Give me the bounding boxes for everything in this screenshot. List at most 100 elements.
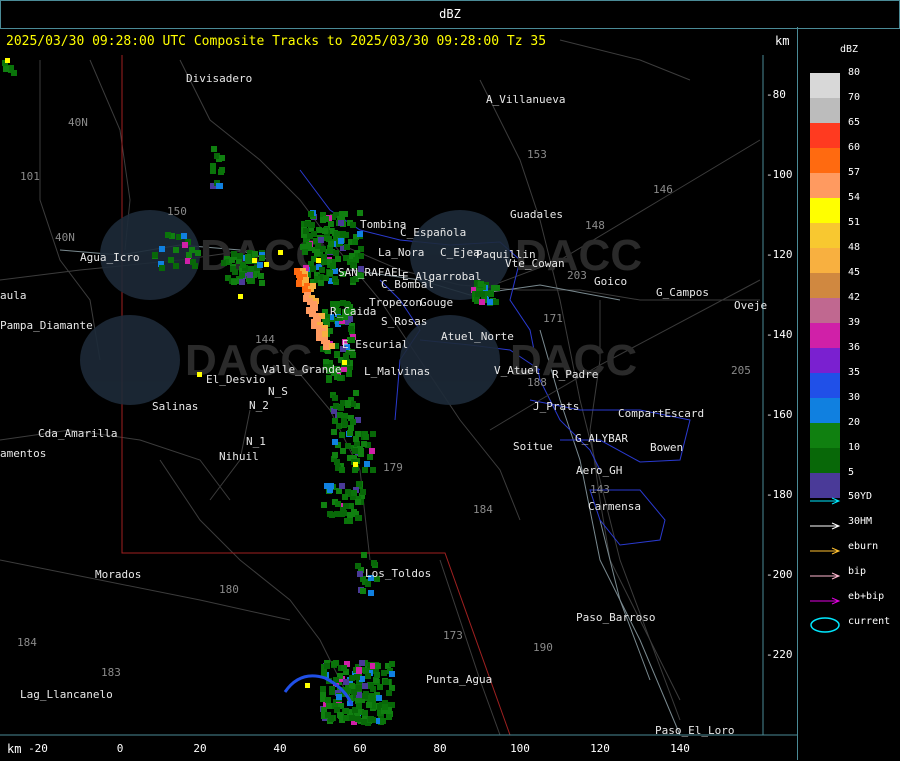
place-label: L_Malvinas <box>364 365 431 378</box>
legend-swatch <box>810 123 840 148</box>
legend-swatch <box>810 423 840 448</box>
x-tick-label: 0 <box>116 742 124 755</box>
legend-swatch <box>810 373 840 398</box>
place-label: amentos <box>0 447 47 460</box>
track-arrow-icon <box>810 592 841 605</box>
place-label: G_ALYBAR <box>575 432 628 445</box>
place-label: Bowen <box>650 441 684 454</box>
legend-level-label: 57 <box>848 167 861 178</box>
window-title: dBZ <box>439 7 461 21</box>
legend-level-label: 48 <box>848 242 861 253</box>
track-legend-label: 50YD <box>848 491 873 502</box>
place-label: Valle_Grande <box>262 363 342 376</box>
track-headline: 2025/03/30 09:28:00 UTC Composite Tracks… <box>6 34 547 49</box>
route-number: 180 <box>219 583 239 596</box>
place-label: Guadales <box>510 208 563 221</box>
legend-swatch <box>810 223 840 248</box>
y-tick-label: -180 <box>766 488 793 501</box>
place-label: Nihuil <box>219 450 259 463</box>
x-tick-label: 60 <box>353 742 367 755</box>
place-label: Los_Toldos <box>365 567 432 580</box>
track-legend-label: 30HM <box>848 516 873 527</box>
x-tick-label: 120 <box>590 742 610 755</box>
legend-level-label: 51 <box>848 217 861 228</box>
legend-level-label: 36 <box>848 342 861 353</box>
track-legend-label: current <box>848 616 891 627</box>
route-number: 143 <box>590 483 610 496</box>
route-number: 153 <box>527 148 547 161</box>
x-tick-label: 40 <box>273 742 287 755</box>
place-label: C_Española <box>400 226 467 239</box>
route-number: 148 <box>585 219 605 232</box>
route-number: 101 <box>20 170 40 183</box>
route-number: 190 <box>533 641 553 654</box>
place-label: N_1 <box>246 435 266 448</box>
legend-level-label: 45 <box>848 267 861 278</box>
place-label: Punta_Agua <box>426 673 493 686</box>
place-label: R_Padre <box>552 368 599 381</box>
current-track-ellipse-icon <box>810 617 840 633</box>
place-label: Divisadero <box>186 72 253 85</box>
track-arrow-icon <box>810 567 841 580</box>
legend-level-label: 5 <box>848 467 855 478</box>
legend-swatch <box>810 273 840 298</box>
route-number: 144 <box>255 333 275 346</box>
legend-level-label: 54 <box>848 192 861 203</box>
place-label: G_Campos <box>656 286 709 299</box>
place-label: J_Prats <box>533 400 580 413</box>
place-label: C_Bombal <box>381 278 434 291</box>
legend-level-label: 65 <box>848 117 861 128</box>
route-number: 183 <box>101 666 121 679</box>
legend-level-label: 60 <box>848 142 861 153</box>
place-label: Tropezon <box>369 296 422 309</box>
place-label: N_S <box>268 385 288 398</box>
legend-level-label: 10 <box>848 442 861 453</box>
radar-map: DACC DACC DACC DACC <box>0 27 797 761</box>
place-label: CompartEscard <box>618 407 705 420</box>
place-label: C_Ejea <box>440 246 480 259</box>
place-label: Vte_Cowan <box>505 257 565 270</box>
y-tick-label: -160 <box>766 408 793 421</box>
legend-swatch <box>810 198 840 223</box>
x-tick-label: 80 <box>433 742 447 755</box>
y-tick-label: -200 <box>766 568 793 581</box>
place-label: Cda_Amarilla <box>38 427 118 440</box>
x-tick-label: 140 <box>670 742 690 755</box>
track-arrow-icon <box>810 492 841 505</box>
place-label: Paso_El_Loro <box>655 724 735 737</box>
legend-swatch <box>810 298 840 323</box>
route-number: 205 <box>731 364 751 377</box>
place-label: Gouge <box>420 296 454 309</box>
legend-level-label: 30 <box>848 392 861 403</box>
y-tick-label: -220 <box>766 648 793 661</box>
track-legend-label: bip <box>848 566 867 577</box>
y-tick-label: -80 <box>766 88 786 101</box>
place-label: Morados <box>95 568 142 581</box>
route-number: 40N <box>68 116 88 129</box>
route-number: 188 <box>527 376 547 389</box>
track-legend-label: eb+bip <box>848 591 885 602</box>
y-tick-label: -140 <box>766 328 793 341</box>
y-unit-label: km <box>775 34 790 48</box>
place-label: Oveje <box>734 299 768 312</box>
place-label: Pampa_Diamante <box>0 319 93 332</box>
route-number: 40N <box>55 231 75 244</box>
place-label: aula <box>0 289 27 302</box>
track-arrow-icon <box>810 517 841 530</box>
place-label: S_Rosas <box>381 315 428 328</box>
place-label: Goico <box>594 275 628 288</box>
place-label: Aero_GH <box>576 464 623 477</box>
legend-level-label: 70 <box>848 92 861 103</box>
place-label: A_Villanueva <box>486 93 566 106</box>
y-tick-label: -100 <box>766 168 793 181</box>
place-label: R_Caida <box>330 305 377 318</box>
route-number: 171 <box>543 312 563 325</box>
legend-level-label: 39 <box>848 317 861 328</box>
place-label: La_Nora <box>378 246 425 259</box>
place-label: N_2 <box>249 399 269 412</box>
x-tick-label: -20 <box>28 742 48 755</box>
place-label: Atuel_Norte <box>441 330 514 343</box>
window-title-bar: dBZ <box>0 0 900 29</box>
route-number: 173 <box>443 629 463 642</box>
legend-swatch <box>810 148 840 173</box>
